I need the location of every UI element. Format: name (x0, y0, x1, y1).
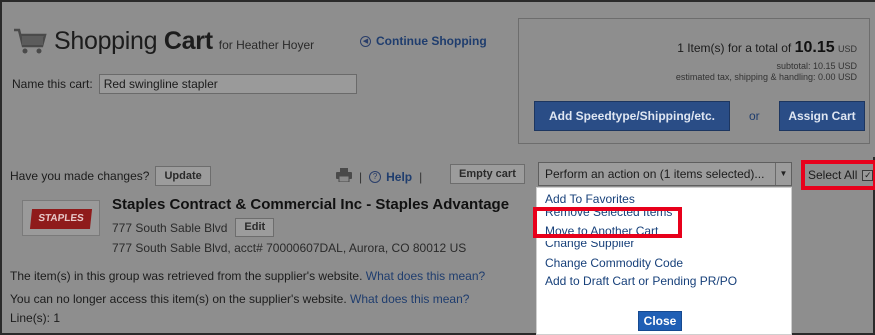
help-link[interactable]: Help (386, 170, 412, 184)
print-icon[interactable] (336, 168, 352, 185)
title-shopping: Shopping (54, 27, 158, 55)
assign-cart-button[interactable]: Assign Cart (779, 101, 865, 131)
cart-owner: for Heather Hoyer (218, 38, 315, 52)
title-cart: Cart (163, 27, 213, 55)
access-info-text: You can no longer access this item(s) on… (10, 292, 347, 306)
staples-logo: STAPLES (29, 209, 93, 229)
back-arrow-icon: ◀ (360, 35, 371, 47)
menu-item-add-to-draft-cart[interactable]: Add to Draft Cart or Pending PR/PO (545, 274, 737, 288)
supplier-address-row: 777 South Sable Blvd Edit (112, 218, 275, 237)
select-all-highlight (801, 160, 875, 190)
continue-shopping-label: Continue Shopping (376, 34, 487, 48)
currency-label: USD (837, 44, 857, 54)
changes-prompt: Have you made changes? Update (10, 166, 211, 186)
move-to-cart-highlight (533, 207, 682, 238)
cart-header: Shopping Cart for Heather Hoyer ◀ Contin… (2, 2, 875, 157)
items-count-text: 1 Item(s) for a total of (677, 41, 792, 55)
cart-total: 10.15 (794, 39, 835, 56)
supplier-address-short: 777 South Sable Blvd (112, 220, 228, 235)
supplier-logo: STAPLES (22, 200, 100, 236)
menu-item-add-to-favorites[interactable]: Add To Favorites (545, 192, 635, 206)
cart-name-input[interactable]: Red swingline stapler (98, 74, 357, 94)
estimated-line: estimated tax, shipping & handling: 0.00… (675, 72, 857, 82)
what-does-this-mean-link[interactable]: What does this mean? (366, 269, 485, 283)
access-info: You can no longer access this item(s) on… (10, 292, 469, 306)
cart-name-row: Name this cart: Red swingline stapler (12, 74, 357, 94)
menu-item-change-commodity-code[interactable]: Change Commodity Code (545, 256, 683, 270)
empty-cart-button[interactable]: Empty cart (450, 164, 525, 184)
cart-toolbar: Have you made changes? Update | ? Help |… (2, 160, 875, 190)
what-does-this-mean-link[interactable]: What does this mean? (350, 292, 469, 306)
edit-address-button[interactable]: Edit (235, 218, 275, 237)
cart-total-line: 1 Item(s) for a total of 10.15 USD (677, 39, 857, 57)
retrieved-info-text: The item(s) in this group was retrieved … (10, 269, 363, 283)
shopping-cart-icon (12, 26, 48, 56)
retrieved-info: The item(s) in this group was retrieved … (10, 269, 485, 283)
supplier-address-full: 777 South Sable Blvd, acct# 70000607DAL,… (112, 241, 467, 255)
continue-shopping-link[interactable]: ◀ Continue Shopping (360, 34, 487, 48)
action-select[interactable]: Perform an action on (1 items selected).… (538, 162, 792, 186)
separator: | (419, 169, 423, 184)
subtotal-line: subtotal: 10.15 USD (776, 61, 857, 71)
cart-summary: 1 Item(s) for a total of 10.15 USD subto… (518, 18, 870, 144)
update-button[interactable]: Update (155, 166, 211, 186)
or-label: or (749, 109, 760, 123)
menu-item-change-supplier[interactable]: Change Supplier (545, 241, 634, 250)
supplier-name: Staples Contract & Commercial Inc - Stap… (112, 196, 510, 213)
line-count: Line(s): 1 (10, 311, 61, 325)
help-icon: ? (369, 170, 382, 183)
separator: | (359, 169, 363, 184)
close-menu-button[interactable]: Close (638, 311, 682, 331)
add-speedtype-button[interactable]: Add Speedtype/Shipping/etc. (534, 101, 730, 131)
chevron-down-icon[interactable]: ▼ (775, 163, 791, 185)
cart-name-label: Name this cart: (12, 77, 93, 91)
cart-subtotals: subtotal: 10.15 USD estimated tax, shipp… (676, 61, 857, 83)
changes-text: Have you made changes? (10, 169, 150, 183)
page-title: Shopping Cart for Heather Hoyer (12, 26, 314, 56)
print-help-group: | ? Help | (336, 168, 429, 185)
